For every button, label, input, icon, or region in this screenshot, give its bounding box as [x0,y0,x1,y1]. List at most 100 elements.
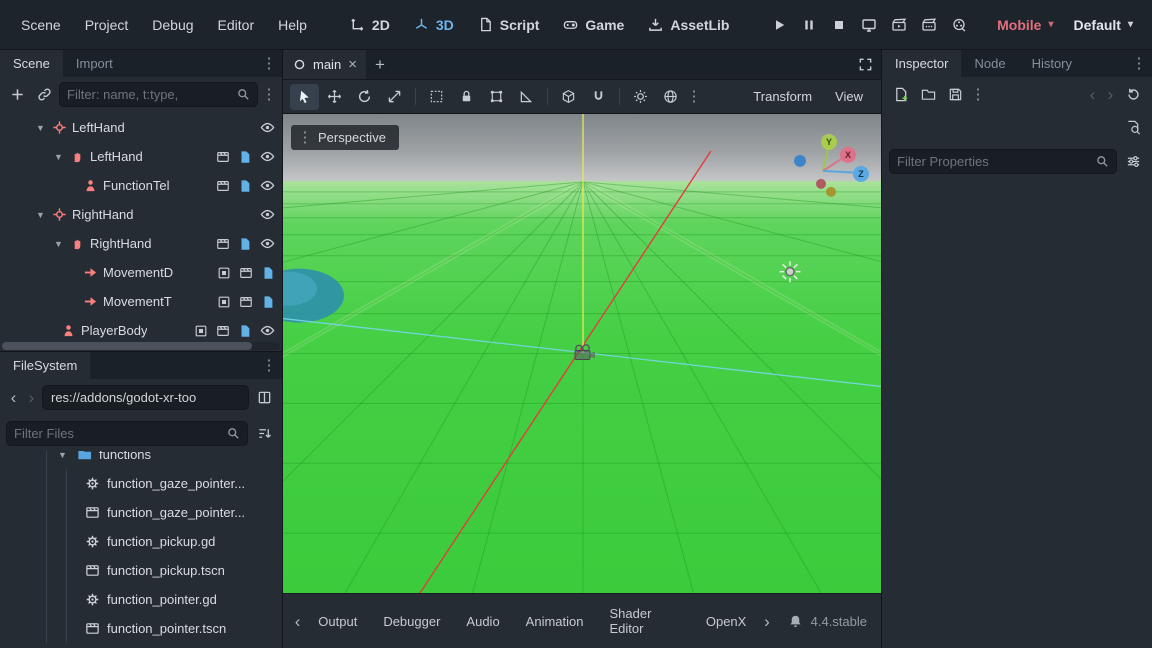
menu-debug[interactable]: Debug [141,11,204,39]
inspector-history-forward-icon[interactable]: › [1103,86,1118,103]
tab-filesystem[interactable]: FileSystem [0,352,90,379]
attached-script-icon[interactable] [238,324,252,338]
tab-node[interactable]: Node [961,50,1018,77]
attached-script-icon[interactable] [238,179,252,193]
local-space-icon[interactable] [554,84,583,110]
scene-node-row[interactable]: ▼ RightHand [0,200,282,229]
tab-history[interactable]: History [1019,50,1085,77]
close-tab-icon[interactable]: × [348,57,357,72]
load-resource-button[interactable] [916,82,940,106]
audio-panel-button[interactable]: Audio [454,608,511,635]
box-badge-icon[interactable] [217,295,231,309]
panels-scroll-right-icon[interactable]: › [760,613,773,630]
scene-tree-menu-icon[interactable]: ⋮ [261,87,277,102]
openxr-panel-button[interactable]: OpenX [694,608,758,635]
select-tool-icon[interactable] [290,84,319,110]
attached-script-icon[interactable] [238,150,252,164]
move-tool-icon[interactable] [320,84,349,110]
rotate-tool-icon[interactable] [350,84,379,110]
instanced-scene-icon[interactable] [216,179,230,193]
animation-panel-button[interactable]: Animation [514,608,596,635]
context-2d-button[interactable]: 2D [340,11,400,39]
fs-sort-icon[interactable] [252,421,276,445]
instance-scene-button[interactable] [32,83,56,107]
play-button[interactable] [765,12,792,38]
fs-forward-icon[interactable]: › [24,389,39,406]
attached-script-icon[interactable] [238,237,252,251]
context-game-button[interactable]: Game [553,11,634,39]
visibility-toggle-eye-icon[interactable] [260,120,275,135]
box-badge-icon[interactable] [194,324,208,338]
instanced-scene-icon[interactable] [216,150,230,164]
transform-menu[interactable]: Transform [742,84,823,109]
fs-back-icon[interactable]: ‹ [6,389,21,406]
expand-viewport-icon[interactable] [849,50,881,79]
context-assetlib-button[interactable]: AssetLib [638,11,739,39]
visibility-toggle-eye-icon[interactable] [260,178,275,193]
inspector-filter-input[interactable] [897,154,1091,169]
scene-node-row[interactable]: MovementD [0,258,282,287]
visibility-toggle-eye-icon[interactable] [260,323,275,338]
scene-tab-main[interactable]: main × [283,50,366,79]
snap-magnet-icon[interactable] [584,84,613,110]
scale-tool-icon[interactable] [380,84,409,110]
scene-node-row[interactable]: PlayerBody [0,316,282,341]
save-resource-button[interactable] [943,82,967,106]
scene-node-row[interactable]: ▼ LeftHand [0,142,282,171]
tab-import[interactable]: Import [63,50,126,77]
collapse-arrow-icon[interactable]: ▼ [34,123,47,133]
new-scene-tab-button[interactable]: + [366,50,394,79]
menu-help[interactable]: Help [267,11,318,39]
scene-node-row[interactable]: ▼ RightHand [0,229,282,258]
shader-editor-panel-button[interactable]: Shader Editor [597,600,691,642]
property-tune-icon[interactable] [1121,149,1145,173]
fs-folder-row[interactable]: ▼ functions [0,451,282,469]
fs-file-row[interactable]: function_pickup.gd [0,527,282,556]
fs-split-view-icon[interactable] [252,385,276,409]
drag-handle-icon[interactable]: ⋮ [297,130,313,145]
renderer-select[interactable]: Mobile▾ [988,12,1062,38]
scene-filter-input[interactable] [67,87,232,102]
filesystem-menu-icon[interactable]: ⋮ [261,358,277,373]
visibility-toggle-eye-icon[interactable] [260,236,275,251]
fs-filter-input[interactable] [14,426,222,441]
add-node-button[interactable] [5,83,29,107]
instanced-scene-icon[interactable] [239,266,253,280]
scrollbar-thumb[interactable] [2,342,252,350]
movie-maker-button[interactable] [945,12,972,38]
scene-node-row[interactable]: ▼ LeftHand [0,113,282,142]
debugger-panel-button[interactable]: Debugger [371,608,452,635]
scene-dock-menu-icon[interactable]: ⋮ [261,56,277,71]
instanced-scene-icon[interactable] [216,324,230,338]
panels-scroll-left-icon[interactable]: ‹ [291,613,304,630]
inspector-dock-menu-icon[interactable]: ⋮ [1131,56,1147,71]
resource-menu-icon[interactable]: ⋮ [970,87,986,102]
menu-editor[interactable]: Editor [207,11,266,39]
attached-script-icon[interactable] [261,266,275,280]
pause-button[interactable] [795,12,822,38]
open-docs-icon[interactable] [1121,115,1145,139]
view-menu[interactable]: View [824,84,874,109]
run-current-scene-button[interactable] [885,12,912,38]
attached-script-icon[interactable] [261,295,275,309]
collapse-arrow-icon[interactable]: ▼ [52,239,65,249]
remote-debug-button[interactable] [855,12,882,38]
fs-file-row[interactable]: function_pointer.gd [0,585,282,614]
instanced-scene-icon[interactable] [216,237,230,251]
scene-tree-hscrollbar[interactable] [2,342,280,350]
collapse-arrow-icon[interactable]: ▼ [34,210,47,220]
fs-file-row[interactable]: function_pickup.tscn [0,556,282,585]
menu-project[interactable]: Project [74,11,140,39]
scene-node-row[interactable]: FunctionTel [0,171,282,200]
visibility-toggle-eye-icon[interactable] [260,149,275,164]
ruler-icon[interactable] [512,84,541,110]
box-badge-icon[interactable] [217,266,231,280]
context-3d-button[interactable]: 3D [404,11,464,39]
object-history-icon[interactable] [1121,82,1145,106]
visibility-toggle-eye-icon[interactable] [260,207,275,222]
lock-icon[interactable] [452,84,481,110]
context-script-button[interactable]: Script [468,11,550,39]
inspector-history-back-icon[interactable]: ‹ [1085,86,1100,103]
tab-scene[interactable]: Scene [0,50,63,77]
viewport-menu-icon[interactable]: ⋮ [686,89,702,104]
